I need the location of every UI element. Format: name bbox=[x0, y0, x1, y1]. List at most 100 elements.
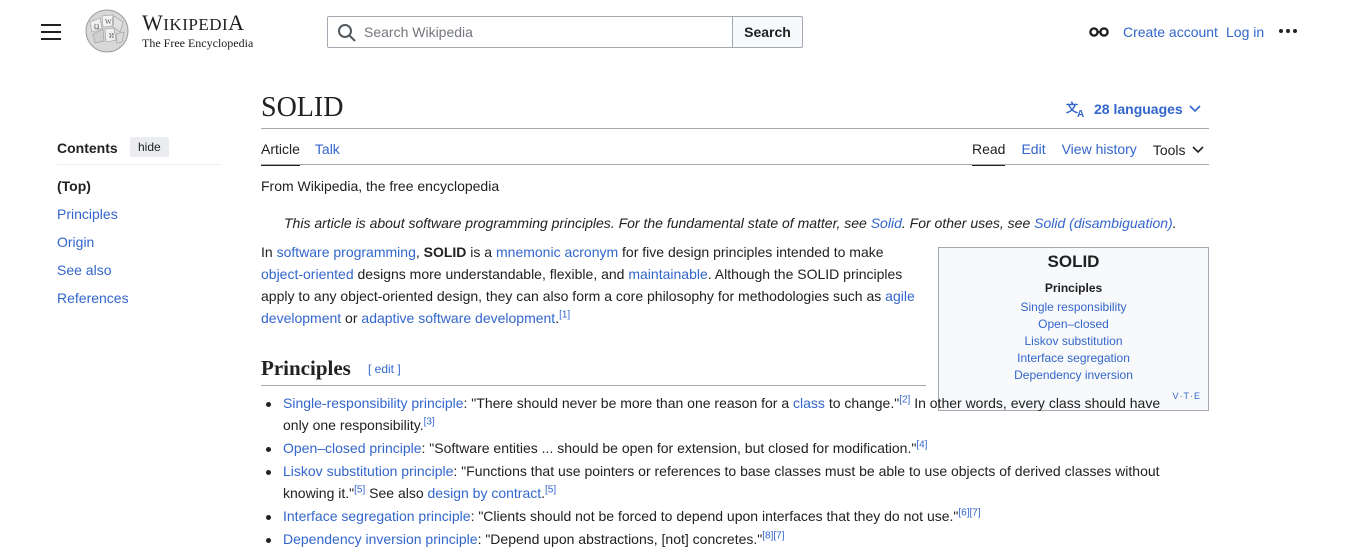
intro-paragraph: In software programming, SOLID is a mnem… bbox=[261, 241, 921, 329]
search-field[interactable] bbox=[327, 16, 733, 48]
svg-text:Ω: Ω bbox=[94, 23, 99, 31]
tabs-divider bbox=[261, 164, 1209, 165]
list-text: : "Depend upon abstractions, [not] concr… bbox=[477, 531, 763, 547]
list-text: : "Clients should not be forced to depen… bbox=[470, 508, 959, 524]
glasses-icon[interactable] bbox=[1089, 26, 1109, 38]
tab-article[interactable]: Article bbox=[261, 141, 300, 166]
intro-bold-term: SOLID bbox=[423, 244, 467, 260]
navbox-item[interactable]: Open–closed bbox=[1038, 317, 1109, 331]
create-account-link[interactable]: Create account bbox=[1123, 24, 1218, 40]
section-divider bbox=[261, 385, 926, 386]
link-design-by-contract[interactable]: design by contract bbox=[428, 485, 542, 501]
citation-link[interactable]: [5] bbox=[354, 484, 365, 495]
chevron-down-icon bbox=[1191, 146, 1204, 154]
search-button[interactable]: Search bbox=[732, 16, 803, 48]
language-button[interactable]: 文 A 28 languages bbox=[1066, 100, 1201, 118]
svg-text:И: И bbox=[109, 32, 114, 40]
svg-text:A: A bbox=[1077, 109, 1084, 118]
navbox-item[interactable]: Interface segregation bbox=[1017, 351, 1130, 365]
toc-title: Contents bbox=[57, 140, 118, 156]
link-single-responsibility[interactable]: Single-responsibility principle bbox=[283, 395, 464, 411]
navbox-subtitle: Principles bbox=[1044, 281, 1103, 295]
wikipedia-globe-icon[interactable]: Ω W И bbox=[82, 8, 132, 54]
toc-hide-button[interactable]: hide bbox=[130, 137, 169, 157]
logo-tagline: The Free Encyclopedia bbox=[142, 36, 254, 50]
navbox-item[interactable]: Single responsibility bbox=[1020, 300, 1126, 314]
more-icon[interactable] bbox=[1279, 29, 1297, 33]
intro-text: In bbox=[261, 244, 277, 260]
menu-icon[interactable] bbox=[41, 24, 61, 40]
list-text: : "Software entities ... should be open … bbox=[421, 440, 917, 456]
tab-talk[interactable]: Talk bbox=[315, 141, 340, 166]
tools-menu[interactable]: Tools bbox=[1153, 141, 1204, 166]
wikipedia-wordmark[interactable]: WIKIPEDIA The Free Encyclopedia bbox=[142, 11, 253, 50]
namespace-tabs: Article Talk bbox=[261, 141, 340, 166]
log-in-link[interactable]: Log in bbox=[1226, 24, 1264, 40]
navbox-title: SOLID bbox=[1047, 252, 1100, 271]
list-item: Open–closed principle: "Software entitie… bbox=[266, 437, 1183, 459]
toc-item-top[interactable]: (Top) bbox=[57, 178, 91, 194]
link-dependency-inversion[interactable]: Dependency inversion principle bbox=[283, 531, 478, 547]
toc-header: Contents hide bbox=[57, 137, 221, 165]
intro-text: , bbox=[415, 244, 424, 260]
link-liskov-substitution[interactable]: Liskov substitution principle bbox=[283, 463, 453, 479]
section-edit-link[interactable]: [ edit ] bbox=[368, 362, 401, 376]
section-edit-label[interactable]: [ edit ] bbox=[368, 362, 401, 376]
citation-link[interactable]: [2] bbox=[899, 394, 910, 405]
tab-view-history[interactable]: View history bbox=[1062, 141, 1137, 166]
page-title: SOLID bbox=[261, 92, 344, 123]
navbox-list: Single responsibility Open–closed Liskov… bbox=[939, 299, 1208, 384]
link-open-closed[interactable]: Open–closed principle bbox=[283, 440, 422, 456]
intro-text: or bbox=[341, 310, 362, 326]
language-count: 28 languages bbox=[1094, 101, 1183, 117]
hatnote-link-solid[interactable]: Solid bbox=[871, 215, 902, 231]
list-item: Single-responsibility principle: "There … bbox=[266, 392, 1183, 436]
toc-item-see-also[interactable]: See also bbox=[57, 262, 111, 278]
hatnote-text: . For other uses, see bbox=[901, 215, 1035, 231]
link-object-oriented[interactable]: object-oriented bbox=[261, 266, 354, 282]
hatnote-text: . bbox=[1172, 215, 1177, 231]
list-text: : "There should never be more than one r… bbox=[463, 395, 794, 411]
title-divider bbox=[261, 128, 1209, 129]
principles-list: Single-responsibility principle: "There … bbox=[266, 392, 1183, 551]
link-mnemonic-acronym[interactable]: mnemonic acronym bbox=[496, 244, 618, 260]
toc-item-principles[interactable]: Principles bbox=[57, 206, 118, 222]
hatnote-link-disambiguation[interactable]: Solid (disambiguation) bbox=[1034, 215, 1173, 231]
search-input[interactable] bbox=[328, 17, 732, 47]
citation-link[interactable]: [8][7] bbox=[762, 530, 784, 541]
intro-text: is a bbox=[466, 244, 496, 260]
link-interface-segregation[interactable]: Interface segregation principle bbox=[283, 508, 471, 524]
list-text: to change." bbox=[824, 395, 900, 411]
logo-title: WIKIPEDIA bbox=[142, 10, 245, 35]
tab-edit[interactable]: Edit bbox=[1021, 141, 1045, 166]
navbox-item[interactable]: Liskov substitution bbox=[1024, 334, 1122, 348]
list-item: Interface segregation principle: "Client… bbox=[266, 505, 1183, 527]
search-icon bbox=[338, 24, 356, 42]
translate-icon: 文 A bbox=[1066, 100, 1084, 118]
site-tagline: From Wikipedia, the free encyclopedia bbox=[261, 178, 500, 194]
citation-link[interactable]: [6][7] bbox=[958, 507, 980, 518]
section-heading-principles: Principles bbox=[261, 356, 351, 380]
citation-link[interactable]: [3] bbox=[424, 416, 435, 427]
tab-read[interactable]: Read bbox=[972, 141, 1006, 166]
link-software-programming[interactable]: software programming bbox=[277, 244, 416, 260]
citation-link[interactable]: [4] bbox=[916, 439, 927, 450]
link-class[interactable]: class bbox=[793, 395, 825, 411]
navbox-item[interactable]: Dependency inversion bbox=[1014, 368, 1133, 382]
link-adaptive-software-development[interactable]: adaptive software development bbox=[361, 310, 555, 326]
list-item: Dependency inversion principle: "Depend … bbox=[266, 528, 1183, 550]
toc-item-references[interactable]: References bbox=[57, 290, 129, 306]
hatnote-text: This article is about software programmi… bbox=[284, 215, 871, 231]
list-text: See also bbox=[365, 485, 428, 501]
link-maintainable[interactable]: maintainable bbox=[628, 266, 707, 282]
citation-link[interactable]: [1] bbox=[559, 309, 570, 320]
view-tabs: Read Edit View history Tools bbox=[972, 141, 1204, 166]
solid-navbox: SOLID Principles Single responsibility O… bbox=[938, 247, 1209, 411]
toc-item-origin[interactable]: Origin bbox=[57, 234, 94, 250]
intro-text: for five design principles intended to m… bbox=[618, 244, 884, 260]
intro-text: designs more understandable, flexible, a… bbox=[353, 266, 629, 282]
list-item: Liskov substitution principle: "Function… bbox=[266, 460, 1183, 504]
hatnote: This article is about software programmi… bbox=[284, 215, 1177, 231]
toc-list: (Top) Principles Origin See also Referen… bbox=[57, 178, 129, 318]
citation-link[interactable]: [5] bbox=[545, 484, 556, 495]
